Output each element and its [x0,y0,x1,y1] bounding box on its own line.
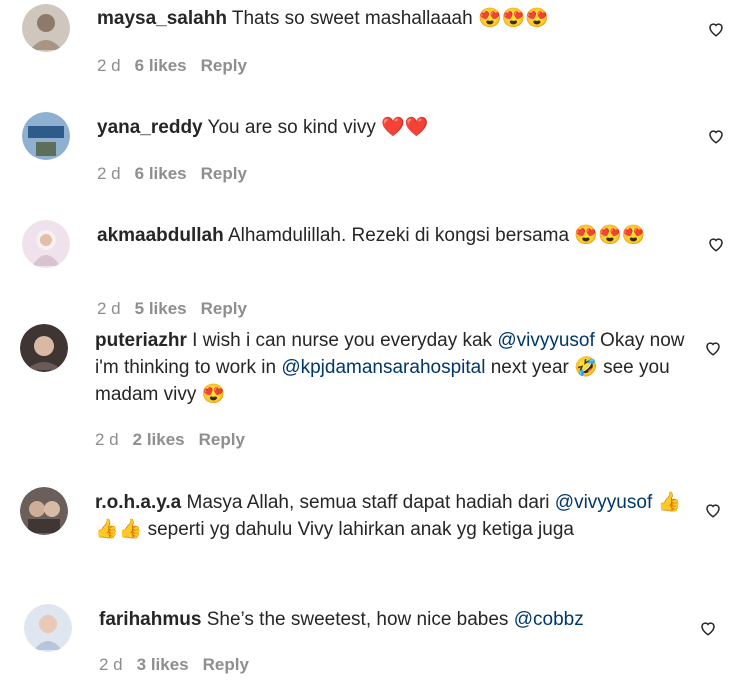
reply-button[interactable]: Reply [201,164,247,183]
reply-button[interactable]: Reply [201,299,247,318]
username-link[interactable]: maysa_salahh [97,8,227,29]
username-link[interactable]: akmaabdullah [97,225,224,246]
heart-icon[interactable] [704,501,722,519]
username-link[interactable]: farihahmus [99,609,201,630]
emoji: 😍😍😍 [477,8,549,29]
comment-body: Thats so sweet mashallaaah [226,8,478,29]
timestamp: 2 d [97,299,121,318]
avatar[interactable] [24,604,72,652]
mention-link[interactable]: @vivyyusof [555,492,652,513]
avatar[interactable] [20,324,68,372]
comment-meta: 2 d 6 likes Reply [97,164,261,184]
username-link[interactable]: r.o.h.a.y.a [95,492,181,513]
avatar[interactable] [22,4,70,52]
comment-body: I wish i can nurse you everyday kak [186,330,498,351]
comment-meta: 2 d 5 likes Reply [97,299,261,319]
comment-body: You are so kind vivy [202,117,382,138]
likes-count[interactable]: 5 likes [135,299,187,318]
emoji: 😍😍😍 [574,225,646,246]
heart-icon[interactable] [707,20,725,38]
comment-text: maysa_salahh Thats so sweet mashallaaah … [97,5,677,32]
comment-meta: 2 d 6 likes Reply [97,56,261,76]
comment-body: Masya Allah, semua staff dapat hadiah da… [181,492,555,513]
heart-icon[interactable] [704,339,722,357]
heart-icon[interactable] [707,235,725,253]
heart-icon[interactable] [707,127,725,145]
likes-count[interactable]: 3 likes [137,655,189,674]
heart-icon[interactable] [699,619,717,637]
mention-link[interactable]: @vivyyusof [497,330,594,351]
avatar[interactable] [20,487,68,535]
mention-link[interactable]: @cobbz [514,609,584,630]
reply-button[interactable]: Reply [203,655,249,674]
comment-body: She’s the sweetest, how nice babes [201,609,514,630]
reply-button[interactable]: Reply [201,56,247,75]
emoji: ❤️❤️ [381,117,429,138]
comment-text: yana_reddy You are so kind vivy ❤️❤️ [97,114,677,141]
likes-count[interactable]: 2 likes [133,430,185,449]
comment-text: akmaabdullah Alhamdulillah. Rezeki di ko… [97,222,677,249]
reply-button[interactable]: Reply [199,430,245,449]
avatar[interactable] [22,220,70,268]
comment-meta: 2 d 3 likes Reply [99,655,263,675]
timestamp: 2 d [95,430,119,449]
comment-body: Alhamdulillah. Rezeki di kongsi bersama [223,225,575,246]
comment-meta: 2 d 2 likes Reply [95,430,259,450]
likes-count[interactable]: 6 likes [135,164,187,183]
comment-text: r.o.h.a.y.a Masya Allah, semua staff dap… [95,489,685,543]
mention-link[interactable]: @kpjdamansarahospital [281,357,485,378]
username-link[interactable]: puteriazhr [95,330,187,351]
username-link[interactable]: yana_reddy [97,117,203,138]
avatar[interactable] [22,112,70,160]
comment-text: farihahmus She’s the sweetest, how nice … [99,606,679,633]
timestamp: 2 d [97,56,121,75]
likes-count[interactable]: 6 likes [135,56,187,75]
emoji: 😍 [201,384,226,405]
timestamp: 2 d [97,164,121,183]
timestamp: 2 d [99,655,123,674]
comment-body: seperti yg dahulu Vivy lahirkan anak yg … [142,519,574,540]
emoji: 🤣 [574,357,598,378]
comment-body: next year [485,357,575,378]
comment-text: puteriazhr I wish i can nurse you everyd… [95,327,685,408]
